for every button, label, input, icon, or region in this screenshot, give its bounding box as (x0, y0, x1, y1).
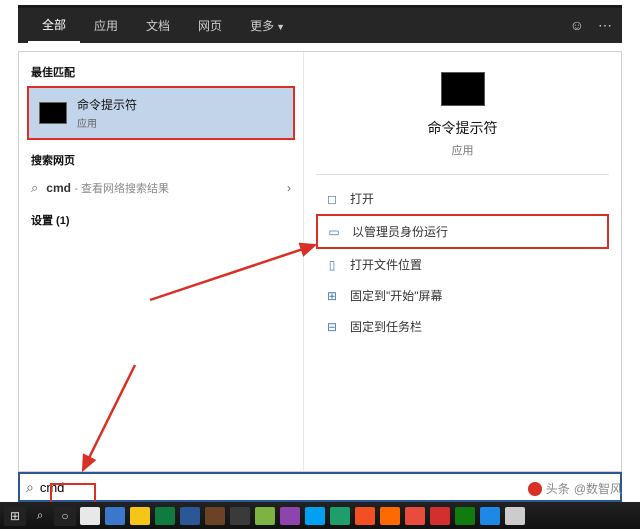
section-search-web: 搜索网页 (19, 148, 303, 174)
app-title: 命令提示符 (428, 118, 498, 138)
app-subtitle: 应用 (452, 142, 474, 158)
attribution: 头条 @数智风 (528, 480, 622, 497)
taskbar-app-icon[interactable] (279, 506, 301, 526)
web-search-item[interactable]: ⌕ cmd - 查看网络搜索结果 › (19, 174, 303, 202)
admin-icon: ▭ (326, 225, 342, 239)
cmd-app-icon (39, 102, 67, 124)
top-tab-bar: 全部 应用 文档 网页 更多▼ ☺ ⋯ (18, 5, 622, 43)
taskbar-app-icon[interactable] (329, 506, 351, 526)
tab-more[interactable]: 更多▼ (236, 9, 299, 42)
chevron-down-icon: ▼ (276, 22, 285, 32)
section-best-match: 最佳匹配 (19, 60, 303, 86)
divider (316, 174, 609, 175)
taskbar-app-icon[interactable] (104, 506, 126, 526)
taskbar-app-icon[interactable] (154, 506, 176, 526)
taskbar-app-icon[interactable] (454, 506, 476, 526)
tab-apps[interactable]: 应用 (80, 9, 132, 42)
taskbar-app-icon[interactable] (204, 506, 226, 526)
taskbar-app-icon[interactable] (379, 506, 401, 526)
cortana-icon[interactable]: ○ (54, 506, 76, 526)
results-right-pane: 命令提示符 应用 ◻打开 ▭以管理员身份运行 ▯打开文件位置 ⊞固定到"开始"屏… (304, 52, 621, 471)
taskbar-app-icon[interactable] (479, 506, 501, 526)
open-icon: ◻ (324, 192, 340, 206)
taskbar-search-icon[interactable]: ⌕ (29, 506, 51, 526)
pin-taskbar-icon: ⊟ (324, 320, 340, 334)
search-results-panel: 最佳匹配 命令提示符 应用 搜索网页 ⌕ cmd - 查看网络搜索结果 › 设置… (18, 51, 622, 472)
taskbar-app-icon[interactable] (129, 506, 151, 526)
taskbar-app-icon[interactable] (179, 506, 201, 526)
action-pin-start[interactable]: ⊞固定到"开始"屏幕 (316, 280, 609, 311)
action-run-as-admin[interactable]: ▭以管理员身份运行 (316, 214, 609, 249)
pin-start-icon: ⊞ (324, 289, 340, 303)
search-icon: ⌕ (26, 479, 34, 496)
best-match-title: 命令提示符 (77, 96, 137, 113)
action-pin-taskbar[interactable]: ⊟固定到任务栏 (316, 311, 609, 342)
taskbar-app-icon[interactable] (304, 506, 326, 526)
toutiao-logo-icon (528, 482, 542, 496)
taskbar-app-icon[interactable] (354, 506, 376, 526)
search-input[interactable] (40, 480, 100, 495)
taskbar-app-icon[interactable] (229, 506, 251, 526)
results-left-pane: 最佳匹配 命令提示符 应用 搜索网页 ⌕ cmd - 查看网络搜索结果 › 设置… (19, 52, 304, 471)
more-options-icon[interactable]: ⋯ (598, 17, 612, 34)
search-icon: ⌕ (31, 180, 38, 196)
taskbar-app-icon[interactable] (79, 506, 101, 526)
action-open-file-location[interactable]: ▯打开文件位置 (316, 249, 609, 280)
taskbar-app-icon[interactable] (404, 506, 426, 526)
tab-all[interactable]: 全部 (28, 8, 80, 43)
actions-list: ◻打开 ▭以管理员身份运行 ▯打开文件位置 ⊞固定到"开始"屏幕 ⊟固定到任务栏 (316, 183, 609, 342)
feedback-icon[interactable]: ☺ (570, 17, 584, 34)
section-settings: 设置 (1) (19, 208, 303, 234)
best-match-item[interactable]: 命令提示符 应用 (27, 86, 295, 140)
taskbar-app-icon[interactable] (504, 506, 526, 526)
best-match-subtitle: 应用 (77, 115, 137, 130)
taskbar-app-icon[interactable] (254, 506, 276, 526)
start-button[interactable]: ⊞ (4, 506, 26, 526)
tab-web[interactable]: 网页 (184, 9, 236, 42)
taskbar: ⊞ ⌕ ○ (0, 502, 640, 529)
action-open[interactable]: ◻打开 (316, 183, 609, 214)
taskbar-app-icon[interactable] (429, 506, 451, 526)
folder-icon: ▯ (324, 258, 340, 272)
cmd-app-icon-large (441, 72, 485, 106)
chevron-right-icon: › (287, 181, 291, 195)
tab-docs[interactable]: 文档 (132, 9, 184, 42)
